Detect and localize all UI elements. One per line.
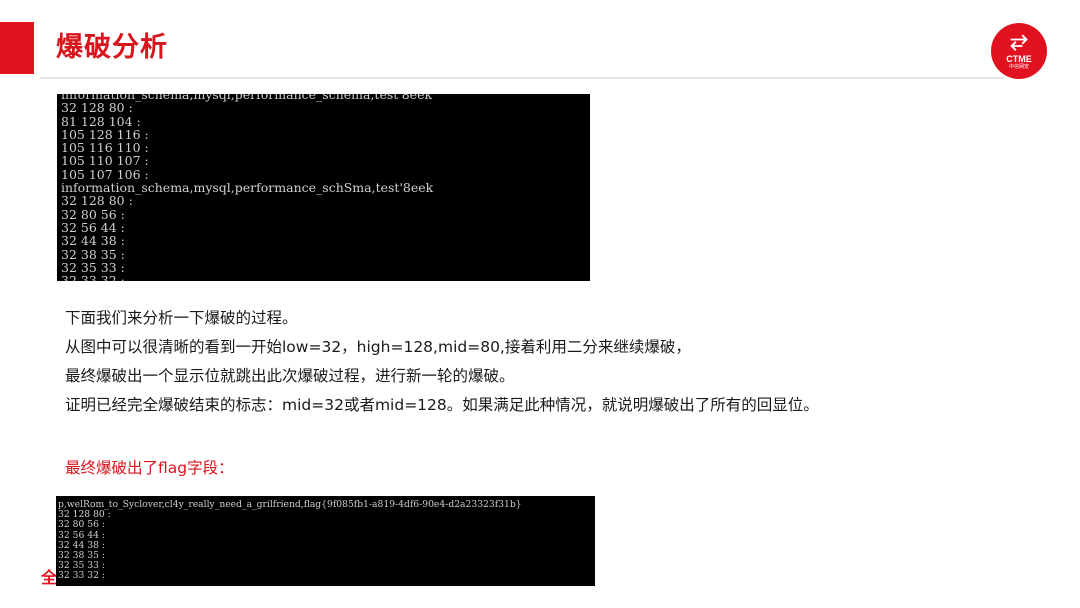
analysis-text: 下面我们来分析一下爆破的过程。从图中可以很清晰的看到一开始low=32，high… <box>65 304 1025 420</box>
terminal-line: 32 80 56 : <box>61 206 125 222</box>
analysis-paragraph: 下面我们来分析一下爆破的过程。 <box>65 309 298 327</box>
terminal-line: 32 128 80 : <box>61 193 133 209</box>
terminal-line: information_schema,mysql,performance_sch… <box>61 180 434 196</box>
title-accent-bar <box>0 22 34 74</box>
terminal-line: 105 128 116 : <box>61 126 149 142</box>
terminal-line: p,welRom_to_Syclover,cl4y_really_need_a_… <box>58 499 522 510</box>
terminal-line: 32 38 35 : <box>61 246 125 262</box>
terminal-screenshot-bruteforce: information_schema,mysql,performance_sch… <box>57 94 590 281</box>
terminal-line: 32 38 35 : <box>58 550 105 562</box>
analysis-paragraph: 从图中可以很清晰的看到一开始low=32，high=128,mid=80,接着利… <box>65 338 691 356</box>
terminal-line: 32 56 44 : <box>61 219 125 235</box>
terminal-line: 32 44 38 : <box>61 233 125 249</box>
terminal-line: 32 56 44 : <box>58 529 105 541</box>
terminal-line: 105 110 107 : <box>61 153 149 169</box>
terminal-line: 32 35 33 : <box>58 560 105 572</box>
terminal-line: 105 116 110 : <box>61 140 149 156</box>
title-divider <box>40 77 1004 79</box>
terminal-line: 32 128 80 : <box>61 100 133 116</box>
terminal-line: 32 44 38 : <box>58 539 105 551</box>
logo-mark-icon: ⥂ <box>1010 28 1028 53</box>
company-logo: ⥂ CTME 中信网安 <box>991 23 1047 79</box>
analysis-paragraph: 证明已经完全爆破结束的标志：mid=32或者mid=128。如果满足此种情况，就… <box>65 396 819 414</box>
terminal-line: 32 35 33 : <box>61 259 125 275</box>
terminal-line: 32 80 56 : <box>58 519 105 531</box>
terminal-line: 81 128 104 : <box>61 113 141 129</box>
terminal-line: 105 107 106 : <box>61 166 149 182</box>
analysis-paragraph: 最终爆破出一个显示位就跳出此次爆破过程，进行新一轮的爆破。 <box>65 367 515 385</box>
terminal-screenshot-flag: p,welRom_to_Syclover,cl4y_really_need_a_… <box>56 496 595 586</box>
slide-title: 爆破分析 <box>56 32 168 63</box>
logo-abbreviation: CTME <box>1006 54 1032 64</box>
terminal-line: 32 128 80 : <box>58 509 111 521</box>
terminal-line: information_schema,mysql,performance_sch… <box>61 94 433 102</box>
terminal-line: 32 33 32 : <box>58 570 105 582</box>
logo-chinese-name: 中信网安 <box>1008 64 1029 70</box>
flag-heading: 最终爆破出了flag字段： <box>65 459 234 477</box>
terminal-line: 32 33 32 : <box>61 273 125 281</box>
